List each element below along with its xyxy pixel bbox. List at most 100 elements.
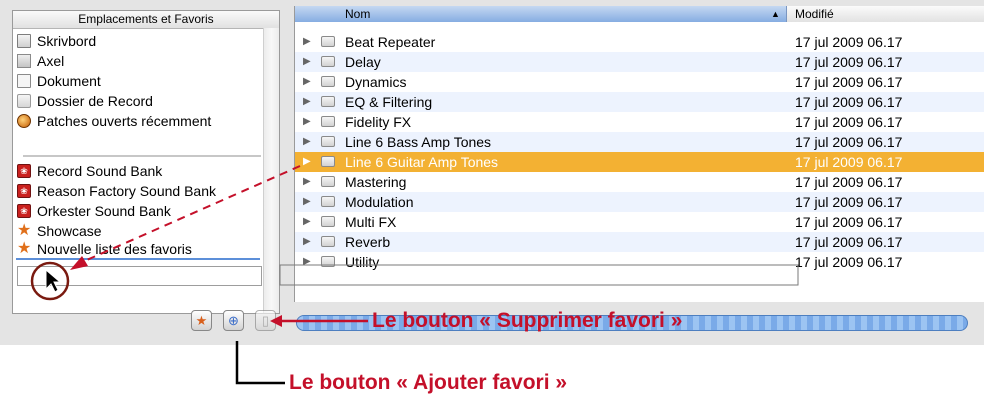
file-modified: 17 jul 2009 06.17	[795, 194, 903, 210]
file-modified: 17 jul 2009 06.17	[795, 34, 903, 50]
document-icon	[17, 74, 31, 88]
file-modified: 17 jul 2009 06.17	[795, 234, 903, 250]
add-favorite-button[interactable]: ⊕	[223, 310, 244, 331]
file-modified: 17 jul 2009 06.17	[795, 94, 903, 110]
folder-icon	[321, 236, 335, 247]
folder-icon	[321, 136, 335, 147]
folder-icon	[321, 96, 335, 107]
sidebar-item-dokument[interactable]: Dokument	[17, 71, 101, 91]
soundbank-icon: ❀	[17, 184, 31, 198]
table-row[interactable]: ▶ Utility 17 jul 2009 06.17	[295, 252, 984, 272]
home-icon	[17, 54, 31, 68]
table-row[interactable]: ▶ Reverb 17 jul 2009 06.17	[295, 232, 984, 252]
file-name: Fidelity FX	[345, 114, 412, 130]
star-icon: ★	[17, 240, 32, 257]
star-plus-icon: ★	[195, 313, 208, 328]
sort-ascending-icon: ▲	[771, 9, 780, 19]
disclosure-triangle-icon[interactable]: ▶	[303, 92, 311, 112]
recent-icon	[17, 114, 31, 128]
disclosure-triangle-icon[interactable]: ▶	[303, 152, 311, 172]
add-icon: ⊕	[228, 313, 239, 328]
table-row[interactable]: ▶ Mastering 17 jul 2009 06.17	[295, 172, 984, 192]
remove-favorite-button[interactable]: ▯	[255, 310, 276, 331]
sidebar-item-label: Showcase	[37, 223, 102, 239]
table-row[interactable]: ▶ Delay 17 jul 2009 06.17	[295, 52, 984, 72]
folder-icon	[321, 156, 335, 167]
file-name: Dynamics	[345, 74, 407, 90]
file-name: EQ & Filtering	[345, 94, 433, 110]
sidebar-scrollbar[interactable]	[263, 28, 279, 313]
sidebar-item-axel[interactable]: Axel	[17, 51, 64, 71]
folder-icon	[321, 116, 335, 127]
table-row[interactable]: ▶ Multi FX 17 jul 2009 06.17	[295, 212, 984, 232]
table-row[interactable]: ▶ Fidelity FX 17 jul 2009 06.17	[295, 112, 984, 132]
table-row-selected[interactable]: ▶ Line 6 Guitar Amp Tones 17 jul 2009 06…	[295, 152, 984, 172]
disclosure-triangle-icon[interactable]: ▶	[303, 232, 311, 252]
column-header-modified[interactable]: Modifié	[787, 6, 984, 22]
table-row[interactable]: ▶ Dynamics 17 jul 2009 06.17	[295, 72, 984, 92]
file-modified: 17 jul 2009 06.17	[795, 74, 903, 90]
remove-favorite-callout: Le bouton « Supprimer favori »	[372, 309, 683, 332]
soundbank-icon: ❀	[17, 164, 31, 178]
sidebar-item-label: Dossier de Record	[37, 93, 153, 109]
desktop-icon	[17, 34, 31, 48]
locations-favorites-panel: Emplacements et Favoris Skrivbord Axel D…	[12, 10, 280, 314]
sidebar-item-label: Reason Factory Sound Bank	[37, 183, 216, 199]
sidebar-item-label: Nouvelle liste des favoris	[37, 241, 192, 257]
sidebar-item-dossier-de-record[interactable]: Dossier de Record	[17, 91, 153, 111]
star-icon: ★	[17, 222, 32, 239]
table-row[interactable]: ▶ EQ & Filtering 17 jul 2009 06.17	[295, 92, 984, 112]
folder-icon	[17, 94, 31, 108]
sidebar-header: Emplacements et Favoris	[13, 11, 279, 29]
sidebar-item-reason-factory-sound-bank[interactable]: ❀ Reason Factory Sound Bank	[17, 181, 216, 201]
sidebar-item-label: Orkester Sound Bank	[37, 203, 171, 219]
drop-indicator-line	[16, 258, 260, 260]
disclosure-triangle-icon[interactable]: ▶	[303, 52, 311, 72]
file-modified: 17 jul 2009 06.17	[795, 114, 903, 130]
disclosure-triangle-icon[interactable]: ▶	[303, 32, 311, 52]
sidebar-item-showcase[interactable]: ★ Showcase	[17, 221, 102, 241]
disclosure-triangle-icon[interactable]: ▶	[303, 72, 311, 92]
new-favorite-drop-target[interactable]	[17, 266, 262, 286]
add-callout-line	[235, 341, 285, 385]
folder-icon	[321, 56, 335, 67]
table-row[interactable]: ▶ Modulation 17 jul 2009 06.17	[295, 192, 984, 212]
disclosure-triangle-icon[interactable]: ▶	[303, 192, 311, 212]
file-modified: 17 jul 2009 06.17	[795, 54, 903, 70]
disclosure-triangle-icon[interactable]: ▶	[303, 132, 311, 152]
file-modified: 17 jul 2009 06.17	[795, 134, 903, 150]
file-name: Line 6 Bass Amp Tones	[345, 134, 492, 150]
file-list-header: Nom ▲ Modifié	[295, 6, 984, 22]
file-modified: 17 jul 2009 06.17	[795, 174, 903, 190]
sidebar-item-label: Skrivbord	[37, 33, 97, 49]
folder-icon	[321, 76, 335, 87]
file-name: Mastering	[345, 174, 407, 190]
file-name: Beat Repeater	[345, 34, 436, 50]
folder-icon	[321, 196, 335, 207]
sidebar-item-label: Dokument	[37, 73, 101, 89]
column-header-label: Nom	[345, 7, 371, 21]
sidebar-item-skrivbord[interactable]: Skrivbord	[17, 31, 96, 51]
sidebar-item-label: Patches ouverts récemment	[37, 113, 212, 129]
folder-icon	[321, 176, 335, 187]
file-name: Delay	[345, 54, 381, 70]
folder-icon	[321, 216, 335, 227]
disclosure-triangle-icon[interactable]: ▶	[303, 172, 311, 192]
file-list: Nom ▲ Modifié ▶ Beat Repeater 17 jul 200…	[294, 6, 984, 302]
sidebar-item-orkester-sound-bank[interactable]: ❀ Orkester Sound Bank	[17, 201, 171, 221]
file-name: Reverb	[345, 234, 391, 250]
sidebar-item-recent-patches[interactable]: Patches ouverts récemment	[17, 111, 211, 131]
table-row[interactable]: ▶ Line 6 Bass Amp Tones 17 jul 2009 06.1…	[295, 132, 984, 152]
file-modified: 17 jul 2009 06.17	[795, 214, 903, 230]
table-row[interactable]: ▶ Beat Repeater 17 jul 2009 06.17	[295, 32, 984, 52]
sidebar-divider	[23, 155, 261, 157]
disclosure-triangle-icon[interactable]: ▶	[303, 212, 311, 232]
disclosure-triangle-icon[interactable]: ▶	[303, 252, 311, 272]
column-header-name[interactable]: Nom ▲	[295, 6, 787, 22]
folder-icon	[321, 256, 335, 267]
sidebar-item-new-favorites-list[interactable]: ★ Nouvelle liste des favoris	[17, 239, 192, 259]
file-name: Utility	[345, 254, 380, 270]
sidebar-item-record-sound-bank[interactable]: ❀ Record Sound Bank	[17, 161, 162, 181]
disclosure-triangle-icon[interactable]: ▶	[303, 112, 311, 132]
new-favorites-list-button[interactable]: ★	[191, 310, 212, 331]
